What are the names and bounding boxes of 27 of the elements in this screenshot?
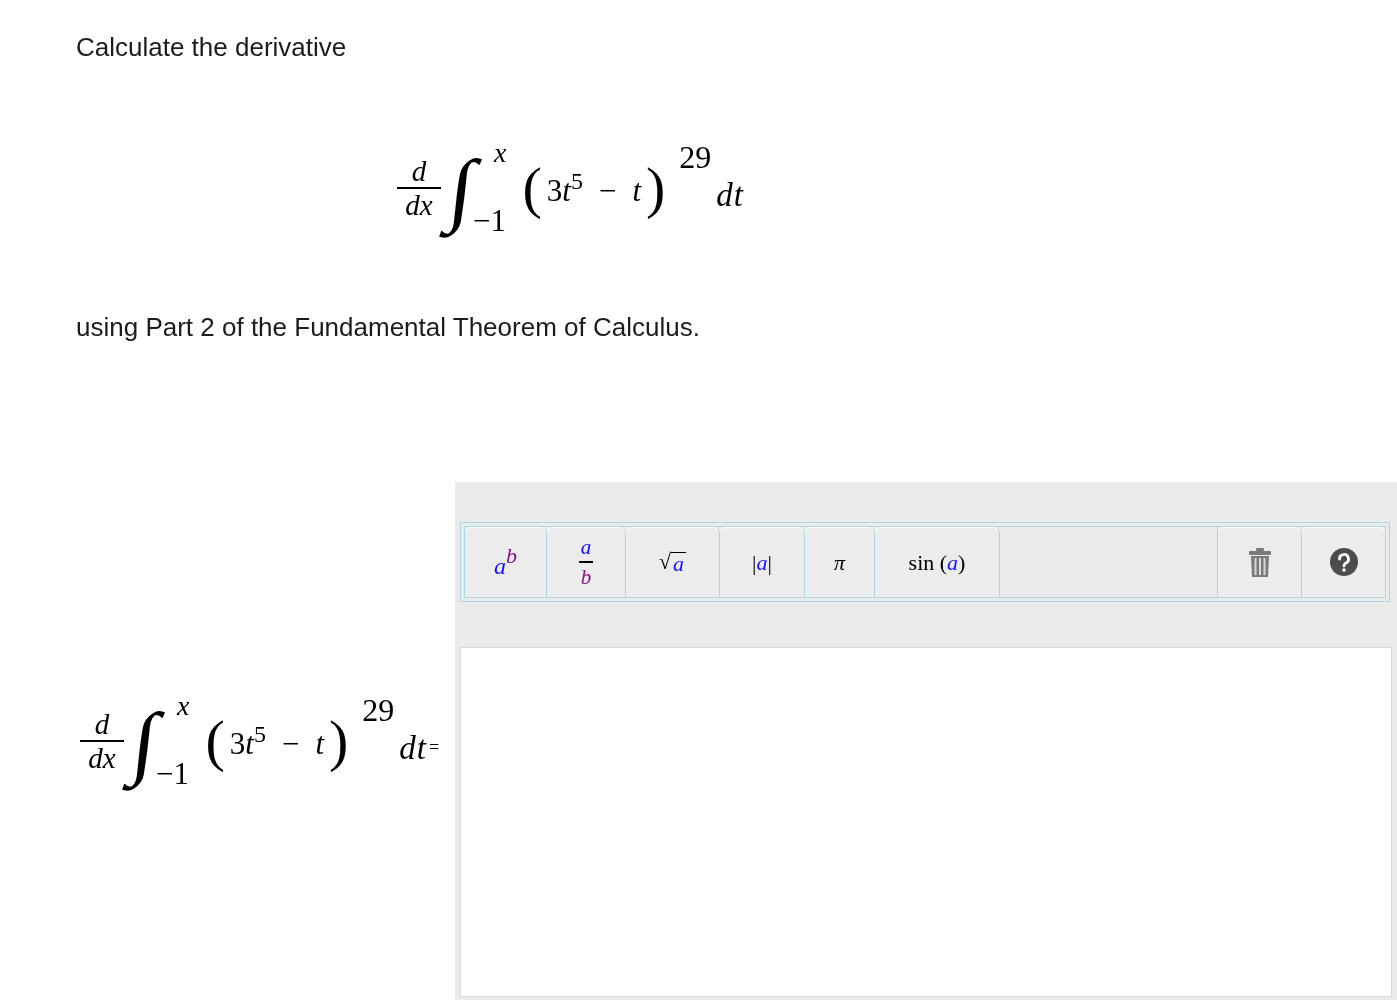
right-parenthesis: ) <box>646 157 666 219</box>
equals-sign: = <box>429 735 440 759</box>
right-parenthesis: ) <box>329 710 349 772</box>
absolute-value-button[interactable]: |a| <box>720 527 805 597</box>
derivative-numerator: d <box>94 710 110 738</box>
square-root-button[interactable]: √a <box>626 527 720 597</box>
fraction-template-button[interactable]: a b <box>547 527 626 597</box>
question-prompt: Calculate the derivative <box>76 32 347 62</box>
left-parenthesis: ( <box>205 710 225 772</box>
trash-icon <box>1248 547 1271 577</box>
left-parenthesis: ( <box>522 157 542 219</box>
sine-button[interactable]: sin (a) <box>875 527 1000 597</box>
trash-button[interactable] <box>1218 527 1302 597</box>
question-instruction: using Part 2 of the Fundamental Theorem of Calculus. <box>76 312 700 342</box>
derivative-denominator: dx <box>88 744 116 772</box>
help-icon <box>1329 548 1358 576</box>
derivative-denominator: dx <box>405 191 433 219</box>
upper-limit: x <box>177 693 190 719</box>
upper-limit: x <box>494 140 507 166</box>
pi-button[interactable]: π <box>805 527 875 597</box>
outer-exponent: 29 <box>362 695 395 725</box>
outer-exponent: 29 <box>679 142 712 172</box>
integrand-base: 3t$^{5}$ − t <box>228 728 326 760</box>
differential: dt <box>399 733 427 763</box>
derivative-numerator: d <box>411 157 427 185</box>
differential: dt <box>716 180 744 210</box>
integrand-base: 3t$^{5}$ − t <box>545 175 643 207</box>
